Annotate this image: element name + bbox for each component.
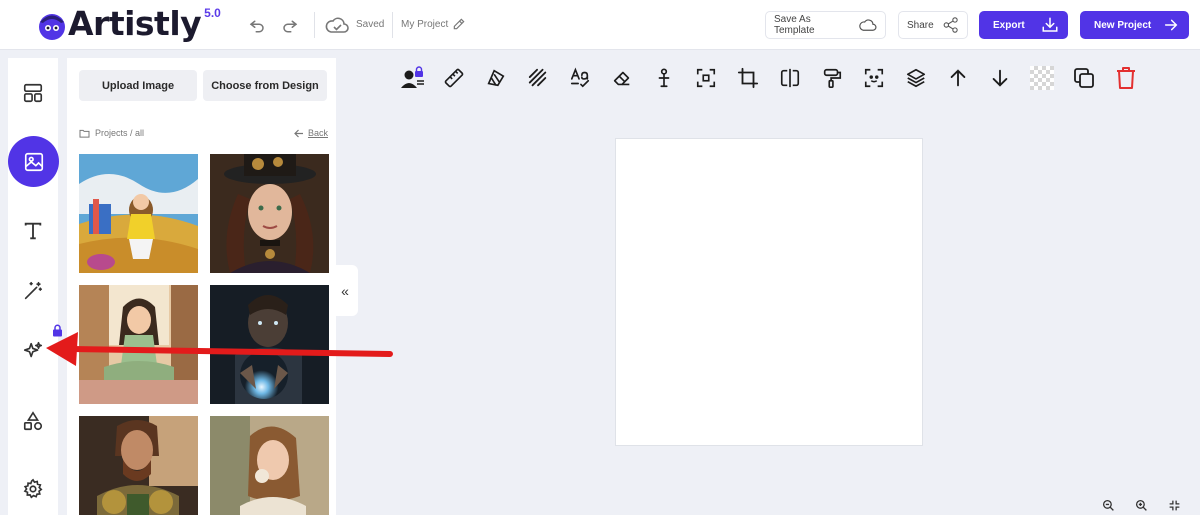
breadcrumb: Projects / all bbox=[79, 128, 144, 138]
choose-from-design-button[interactable]: Choose from Design bbox=[203, 70, 327, 101]
cloud-icon bbox=[323, 13, 351, 37]
stripes-icon[interactable] bbox=[524, 64, 552, 92]
selection-icon[interactable] bbox=[692, 64, 720, 92]
zoom-out-icon[interactable] bbox=[1100, 497, 1116, 513]
image-thumbnail[interactable] bbox=[79, 154, 198, 273]
transparency-icon[interactable] bbox=[1028, 64, 1056, 92]
magic-wand-icon[interactable] bbox=[8, 266, 58, 316]
text-icon[interactable] bbox=[8, 206, 58, 256]
arrow-down-icon[interactable] bbox=[986, 64, 1014, 92]
settings-icon[interactable] bbox=[8, 464, 58, 514]
duplicate-icon[interactable] bbox=[1070, 64, 1098, 92]
cloud-upload-icon bbox=[858, 19, 877, 31]
header-divider bbox=[392, 12, 393, 38]
export-button[interactable]: Export bbox=[979, 11, 1068, 39]
download-icon bbox=[1042, 17, 1058, 32]
back-label: Back bbox=[307, 128, 328, 138]
save-status: Saved bbox=[356, 19, 385, 30]
image-thumbnail[interactable] bbox=[210, 154, 329, 273]
upload-image-button[interactable]: Upload Image bbox=[79, 70, 197, 101]
trash-icon[interactable] bbox=[1112, 64, 1140, 92]
collapse-panel-button[interactable]: « bbox=[332, 265, 358, 316]
image-thumbnail[interactable] bbox=[210, 416, 329, 515]
export-label: Export bbox=[993, 19, 1025, 31]
logo-mascot-icon bbox=[39, 14, 65, 40]
arrow-right-icon bbox=[1165, 19, 1178, 31]
paint-roller-icon[interactable] bbox=[818, 64, 846, 92]
image-thumbnail[interactable] bbox=[79, 285, 198, 404]
share-button[interactable]: Share bbox=[898, 11, 968, 39]
fit-screen-icon[interactable] bbox=[1166, 497, 1182, 513]
pin-icon[interactable] bbox=[650, 64, 678, 92]
image-icon[interactable] bbox=[8, 136, 59, 187]
image-thumbnail[interactable] bbox=[79, 416, 198, 515]
save-as-template-label: Save As Template bbox=[774, 14, 815, 36]
folder-icon bbox=[79, 129, 90, 138]
logo-text: Artistly bbox=[68, 4, 202, 43]
redo-icon[interactable] bbox=[278, 13, 302, 37]
pencil-icon[interactable] bbox=[452, 17, 466, 36]
project-name[interactable]: My Project bbox=[401, 19, 448, 30]
share-icon bbox=[943, 17, 958, 33]
logo-version: 5.0 bbox=[204, 6, 221, 20]
ruler-icon[interactable] bbox=[440, 64, 468, 92]
logo[interactable]: Artistly 5.0 bbox=[37, 4, 221, 44]
shapes-icon[interactable] bbox=[8, 396, 58, 446]
breadcrumb-text: Projects / all bbox=[95, 128, 145, 138]
image-panel: Upload Image Choose from Design Projects… bbox=[67, 58, 336, 515]
sparkles-icon[interactable] bbox=[8, 326, 58, 376]
focus-icon[interactable] bbox=[860, 64, 888, 92]
arrow-up-icon[interactable] bbox=[944, 64, 972, 92]
design-canvas[interactable] bbox=[615, 138, 923, 446]
opacity-icon[interactable] bbox=[482, 64, 510, 92]
arrow-left-icon bbox=[294, 129, 303, 137]
flip-icon[interactable] bbox=[776, 64, 804, 92]
layers-icon[interactable] bbox=[902, 64, 930, 92]
image-thumbnail[interactable] bbox=[210, 285, 329, 404]
share-label: Share bbox=[907, 19, 934, 31]
crop-icon[interactable] bbox=[734, 64, 762, 92]
zoom-in-icon[interactable] bbox=[1133, 497, 1149, 513]
left-rail bbox=[8, 58, 62, 515]
new-project-label: New Project bbox=[1094, 19, 1152, 31]
person-lock-icon[interactable] bbox=[398, 64, 426, 92]
top-header: Artistly 5.0 Saved My Project Save As Te… bbox=[0, 0, 1200, 50]
eraser-icon[interactable] bbox=[608, 64, 636, 92]
back-link[interactable]: Back bbox=[294, 128, 328, 138]
new-project-button[interactable]: New Project bbox=[1080, 11, 1189, 39]
undo-icon[interactable] bbox=[245, 13, 269, 37]
text-style-icon[interactable] bbox=[566, 64, 594, 92]
layout-icon[interactable] bbox=[8, 68, 58, 118]
save-as-template-button[interactable]: Save As Template bbox=[765, 11, 886, 39]
header-divider bbox=[314, 12, 315, 38]
